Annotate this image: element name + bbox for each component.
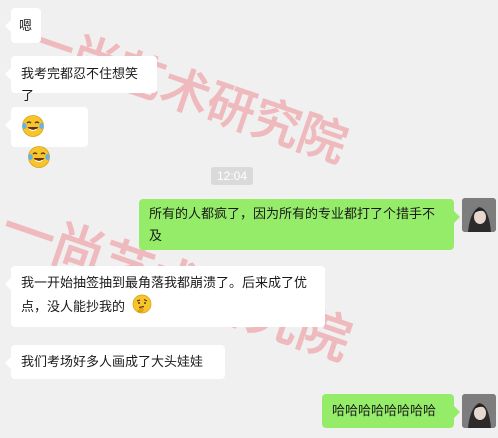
message-bubble-outgoing[interactable]: 哈哈哈哈哈哈哈哈 [322,394,460,428]
message-text: 我一开始抽签抽到最角落我都崩溃了。后来成了优点，没人能抄我的 [21,275,308,314]
message-bubble-incoming[interactable]: 我考完都忍不住想笑了 [5,56,157,103]
message-bubble-incoming[interactable] [5,107,88,168]
message-text: 我们考场好多人画成了大头娃娃 [21,354,204,369]
laughing-tears-emoji [27,145,51,176]
thinking-face-emoji [132,294,152,321]
user-avatar[interactable] [462,198,496,232]
user-avatar[interactable] [462,394,496,428]
message-text: 我考完都忍不住想笑了 [21,66,139,103]
message-text: 嗯 [19,18,33,33]
message-text: 所有的人都疯了，因为所有的专业都打了个措手不及 [149,206,436,243]
message-bubble-incoming[interactable]: 我一开始抽签抽到最角落我都崩溃了。后来成了优点，没人能抄我的 [5,266,325,327]
message-text: 哈哈哈哈哈哈哈哈 [332,403,437,418]
message-bubble-outgoing[interactable]: 所有的人都疯了，因为所有的专业都打了个措手不及 [139,199,460,250]
message-bubble-incoming[interactable]: 我们考场好多人画成了大头娃娃 [5,345,225,379]
laughing-tears-emoji [21,114,45,145]
message-timestamp: 12:04 [211,167,253,185]
message-bubble-incoming[interactable]: 嗯 [5,8,41,43]
